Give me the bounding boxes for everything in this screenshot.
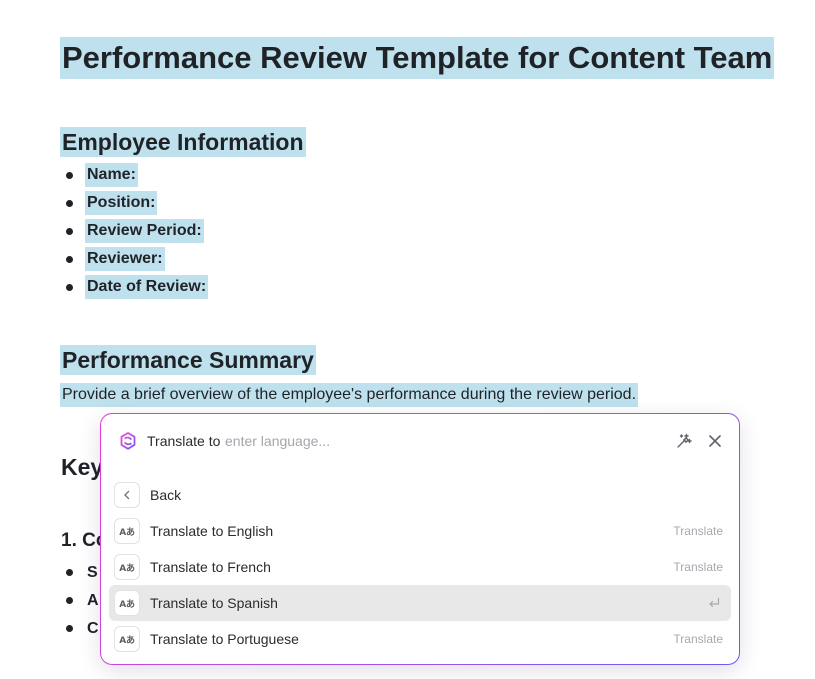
list-item[interactable]: Date of Review: (0, 274, 400, 300)
bullet-icon (66, 256, 73, 263)
translate-icon: Aあ (114, 590, 140, 616)
menu-item-hint: Translate (673, 524, 723, 538)
bullet-icon (66, 228, 73, 235)
field-label-name[interactable]: Name: (85, 163, 138, 187)
menu-item-label: Translate to Spanish (150, 595, 278, 611)
chevron-left-icon (114, 482, 140, 508)
back-button[interactable]: Back (109, 477, 731, 513)
field-label-reviewer[interactable]: Reviewer: (85, 247, 165, 271)
ai-logo-icon (120, 432, 136, 450)
translate-prompt-label: Translate to (147, 433, 221, 449)
menu-item-translate-english[interactable]: Aあ Translate to English Translate (109, 513, 731, 549)
list-item[interactable]: Review Period: (0, 218, 400, 244)
menu-item-hint: Translate (673, 632, 723, 646)
document-title[interactable]: Performance Review Template for Content … (60, 37, 775, 79)
bullet-icon (66, 200, 73, 207)
translate-popover-body: Translate to Back Aあ Trans (101, 414, 739, 664)
back-label: Back (150, 487, 182, 503)
menu-item-hint: Translate (673, 560, 723, 574)
performance-summary-text[interactable]: Provide a brief overview of the employee… (60, 383, 639, 407)
list-item[interactable]: Position: (0, 190, 400, 216)
bullet-icon (66, 625, 73, 632)
list-item-fragment[interactable]: C (87, 617, 99, 641)
field-label-date-of-review[interactable]: Date of Review: (85, 275, 209, 299)
close-icon[interactable] (707, 433, 723, 449)
enter-key-icon (709, 597, 720, 608)
field-label-review-period[interactable]: Review Period: (85, 219, 204, 243)
field-label-position[interactable]: Position: (85, 191, 158, 215)
language-input[interactable] (225, 430, 605, 452)
menu-item-translate-portuguese[interactable]: Aあ Translate to Portuguese Translate (109, 621, 731, 657)
menu-item-translate-spanish[interactable]: Aあ Translate to Spanish (109, 585, 731, 621)
translate-icon: Aあ (114, 554, 140, 580)
menu-item-label: Translate to Portuguese (150, 631, 299, 647)
translate-popover: Translate to Back Aあ Trans (100, 413, 740, 665)
magic-wand-icon[interactable] (675, 432, 693, 450)
menu-item-label: Translate to English (150, 523, 274, 539)
menu-item-label: Translate to French (150, 559, 271, 575)
bullet-icon (66, 569, 73, 576)
list-item[interactable]: Name: (0, 162, 400, 188)
translate-icon: Aあ (114, 518, 140, 544)
key-section-heading[interactable]: Key (61, 452, 103, 482)
list-item-fragment[interactable]: S (87, 561, 98, 585)
translate-icon: Aあ (114, 626, 140, 652)
employee-info-heading[interactable]: Employee Information (60, 127, 306, 157)
menu-item-translate-french[interactable]: Aあ Translate to French Translate (109, 549, 731, 585)
bullet-icon (66, 172, 73, 179)
list-item[interactable]: Reviewer: (0, 246, 400, 272)
list-item-fragment[interactable]: A (87, 589, 99, 613)
performance-summary-heading[interactable]: Performance Summary (60, 345, 316, 375)
bullet-icon (66, 284, 73, 291)
bullet-icon (66, 597, 73, 604)
